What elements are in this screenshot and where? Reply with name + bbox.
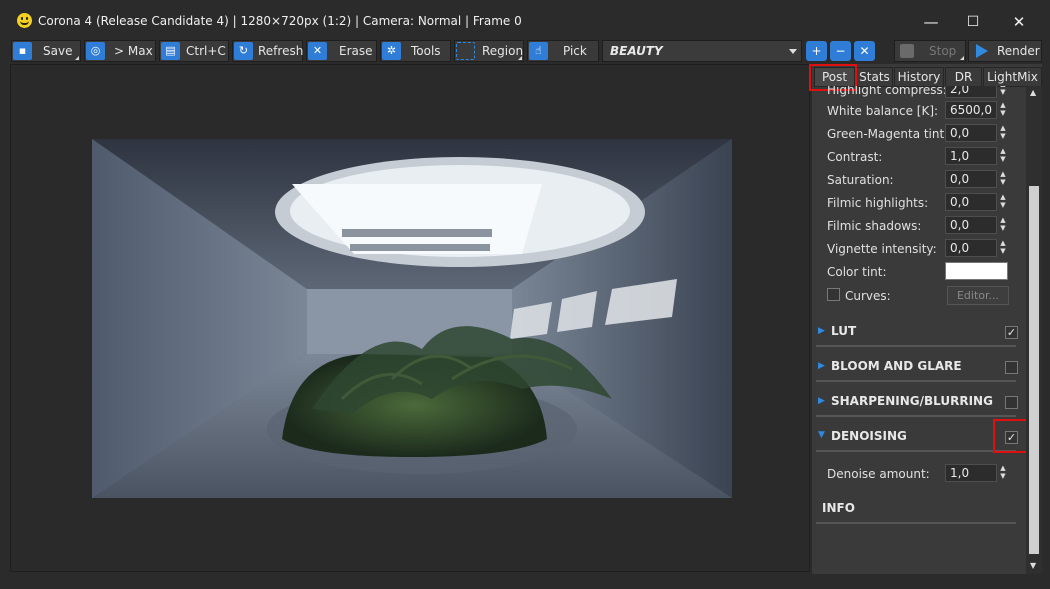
filmic-highlights-input[interactable]: 0,0	[945, 193, 997, 211]
contrast-input[interactable]: 1,0	[945, 147, 997, 165]
rendered-image	[92, 139, 732, 498]
zoom-in-icon[interactable]: +	[806, 41, 827, 61]
color-tint-swatch[interactable]	[945, 262, 1008, 280]
corona-smiley-icon	[17, 13, 32, 28]
render-button[interactable]: Render	[968, 40, 1042, 62]
panel-scrollbar[interactable]: ▲ ▼	[1026, 86, 1042, 574]
section-sharpening-blurring[interactable]: ▶ SHARPENING/BLURRING	[812, 387, 1026, 417]
toolbar: ▪ Save ◎ > Max ▤ Ctrl+C ↻ Refresh ✕ Eras…	[0, 40, 1050, 64]
color-tint-row: Color tint:	[812, 262, 1026, 284]
pointer-hand-icon: ☝	[529, 42, 548, 60]
gear-icon: ✲	[382, 42, 401, 60]
minimize-button[interactable]: —	[911, 8, 951, 36]
highlight-compress-row: Highlight compress: 2,0 ▲▼	[812, 86, 1026, 102]
region-select-icon	[456, 42, 475, 60]
lut-checkbox[interactable]: ✓	[1005, 326, 1018, 339]
erase-button[interactable]: ✕ Erase	[306, 40, 377, 62]
collapse-arrow-icon: ▼	[818, 430, 825, 440]
filmic-shadows-row: Filmic shadows: 0,0 ▲ ▼	[812, 216, 1026, 238]
clipboard-icon: ▤	[161, 42, 180, 60]
contrast-row: Contrast: 1,0 ▲ ▼	[812, 147, 1026, 169]
denoise-amount-input[interactable]: 1,0	[945, 464, 997, 482]
post-properties: Highlight compress: 2,0 ▲▼ White balance…	[812, 86, 1026, 572]
filmic-highlights-row: Filmic highlights: 0,0 ▲ ▼	[812, 193, 1026, 215]
max-button[interactable]: ◎ > Max	[84, 40, 156, 62]
render-pass-dropdown[interactable]: BEAUTY	[602, 40, 802, 62]
green-magenta-row: Green-Magenta tint: 0,0 ▲ ▼	[812, 124, 1026, 146]
vignette-intensity-row: Vignette intensity: 0,0 ▲ ▼	[812, 239, 1026, 261]
copy-button[interactable]: ▤ Ctrl+C	[159, 40, 229, 62]
render-pass-value: BEAUTY	[610, 44, 663, 58]
green-magenta-input[interactable]: 0,0	[945, 124, 997, 142]
floppy-icon: ▪	[13, 42, 32, 60]
highlight-compress-input[interactable]: 2,0	[945, 86, 997, 98]
spinner-arrows-icon[interactable]: ▲▼	[998, 193, 1008, 211]
saturation-row: Saturation: 0,0 ▲ ▼	[812, 170, 1026, 192]
erase-x-icon: ✕	[308, 42, 327, 60]
stop-square-icon	[900, 44, 914, 58]
close-button[interactable]: ✕	[999, 8, 1039, 36]
maximize-render-icon: ◎	[86, 42, 105, 60]
tab-dr[interactable]: DR	[945, 67, 982, 87]
pick-button[interactable]: ☝ Pick	[527, 40, 599, 62]
zoom-fit-icon[interactable]: ✕	[854, 41, 875, 61]
section-bloom-and-glare[interactable]: ▶ BLOOM AND GLARE	[812, 352, 1026, 382]
spinner-arrows-icon[interactable]: ▲▼	[998, 86, 1008, 98]
spinner-arrows-icon[interactable]: ▲▼	[998, 216, 1008, 234]
refresh-icon: ↻	[234, 42, 253, 60]
spinner-arrows-icon[interactable]: ▲▼	[998, 147, 1008, 165]
filmic-shadows-input[interactable]: 0,0	[945, 216, 997, 234]
scroll-down-icon[interactable]: ▼	[1030, 561, 1036, 570]
saturation-input[interactable]: 0,0	[945, 170, 997, 188]
play-icon	[976, 44, 988, 58]
denoise-amount-row: Denoise amount: 1,0 ▲ ▼	[812, 464, 1026, 486]
spinner-arrows-icon[interactable]: ▲▼	[998, 101, 1008, 119]
scroll-up-icon[interactable]: ▲	[1030, 88, 1036, 97]
white-balance-input[interactable]: 6500,0	[945, 101, 997, 119]
spinner-arrows-icon[interactable]: ▲▼	[998, 239, 1008, 257]
maximize-button[interactable]: ☐	[953, 8, 993, 36]
spinner-arrows-icon[interactable]: ▲▼	[998, 464, 1008, 482]
expand-arrow-icon: ▶	[818, 361, 825, 371]
chevron-down-icon	[789, 49, 797, 54]
spinner-arrows-icon[interactable]: ▲▼	[998, 170, 1008, 188]
window-title: Corona 4 (Release Candidate 4) | 1280×72…	[38, 14, 522, 28]
save-button[interactable]: ▪ Save	[11, 40, 81, 62]
curves-row: Curves: Editor...	[812, 286, 1026, 308]
section-lut[interactable]: ▶ LUT ✓	[812, 317, 1026, 347]
tab-lightmix[interactable]: LightMix	[983, 67, 1042, 87]
curves-editor-button[interactable]: Editor...	[947, 286, 1009, 305]
post-panel: Post Stats History DR LightMix Highlight…	[809, 64, 1042, 574]
tools-button[interactable]: ✲ Tools	[380, 40, 451, 62]
section-info[interactable]: INFO	[812, 494, 1026, 524]
expand-arrow-icon: ▶	[818, 396, 825, 406]
sharpening-checkbox[interactable]	[1005, 396, 1018, 409]
white-balance-row: White balance [K]: 6500,0 ▲ ▼	[812, 101, 1026, 123]
bloom-glare-checkbox[interactable]	[1005, 361, 1018, 374]
curves-checkbox[interactable]	[827, 288, 840, 301]
tab-stats[interactable]: Stats	[856, 67, 893, 87]
spinner-arrows-icon[interactable]: ▲▼	[998, 124, 1008, 142]
scrollbar-thumb[interactable]	[1029, 186, 1039, 554]
refresh-button[interactable]: ↻ Refresh	[232, 40, 303, 62]
title-bar: Corona 4 (Release Candidate 4) | 1280×72…	[0, 0, 1050, 40]
stop-button[interactable]: Stop	[894, 40, 966, 62]
tab-history[interactable]: History	[894, 67, 944, 87]
region-button[interactable]: Region	[454, 40, 524, 62]
vignette-intensity-input[interactable]: 0,0	[945, 239, 997, 257]
zoom-out-icon[interactable]: −	[830, 41, 851, 61]
expand-arrow-icon: ▶	[818, 326, 825, 336]
render-viewport[interactable]	[10, 64, 810, 572]
